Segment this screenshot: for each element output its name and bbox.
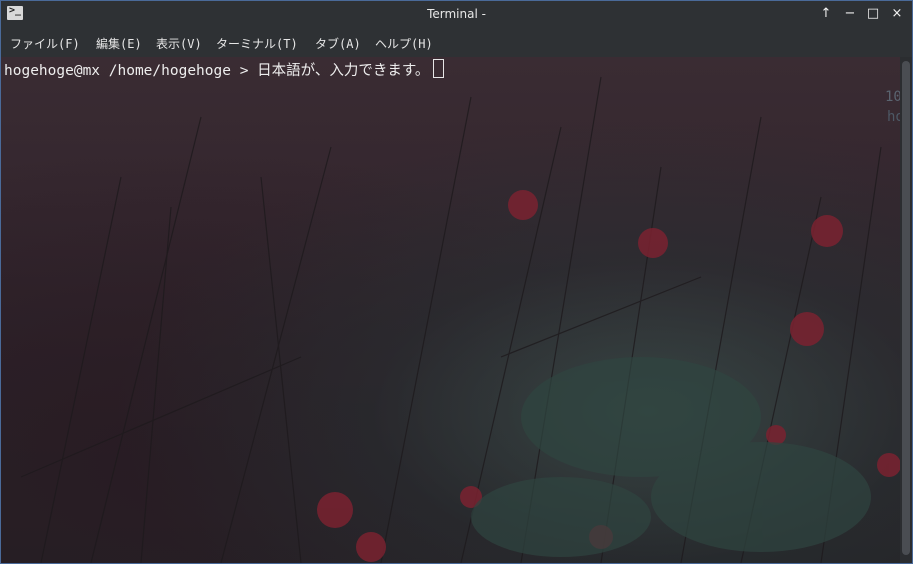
shell-prompt: hogehoge@mx /home/hogehoge > — [4, 63, 258, 79]
menu-view[interactable]: 表示(V) — [156, 35, 202, 52]
typed-input: 日本語が、入力できます。 — [257, 63, 430, 79]
menu-edit[interactable]: 編集(E) — [96, 35, 142, 52]
background-wallpaper — [20, 76, 900, 563]
vertical-scrollbar[interactable] — [900, 57, 912, 563]
menu-file[interactable]: ファイル(F) — [10, 35, 80, 52]
scrollbar-thumb[interactable] — [902, 61, 910, 555]
close-button[interactable]: × — [888, 5, 906, 23]
menu-bar: ファイル(F) 編集(E) 表示(V) ターミナル(T) タブ(A) ヘルプ(H… — [1, 28, 912, 57]
menu-tabs[interactable]: タブ(A) — [315, 35, 361, 52]
terminal-output-area[interactable]: hogehoge@mx /home/hogehoge > 日本語が、入力できます… — [1, 57, 900, 563]
minimize-button[interactable]: − — [841, 5, 859, 23]
terminal-window: >_ Terminal - ↑ − □ × ファイル(F) 編集(E) 表示(V… — [0, 0, 913, 564]
keep-above-button[interactable]: ↑ — [817, 5, 835, 23]
title-bar[interactable]: >_ Terminal - ↑ − □ × — [1, 1, 912, 28]
partial-text-2: ho — [887, 109, 900, 125]
text-cursor — [433, 59, 445, 78]
menu-terminal[interactable]: ターミナル(T) — [216, 35, 298, 52]
maximize-button[interactable]: □ — [864, 5, 882, 23]
window-title: Terminal - — [427, 7, 486, 21]
menu-help[interactable]: ヘルプ(H) — [375, 35, 433, 52]
command-line[interactable]: hogehoge@mx /home/hogehoge > 日本語が、入力できます… — [4, 59, 445, 80]
partial-text-1: 10 — [885, 89, 900, 105]
